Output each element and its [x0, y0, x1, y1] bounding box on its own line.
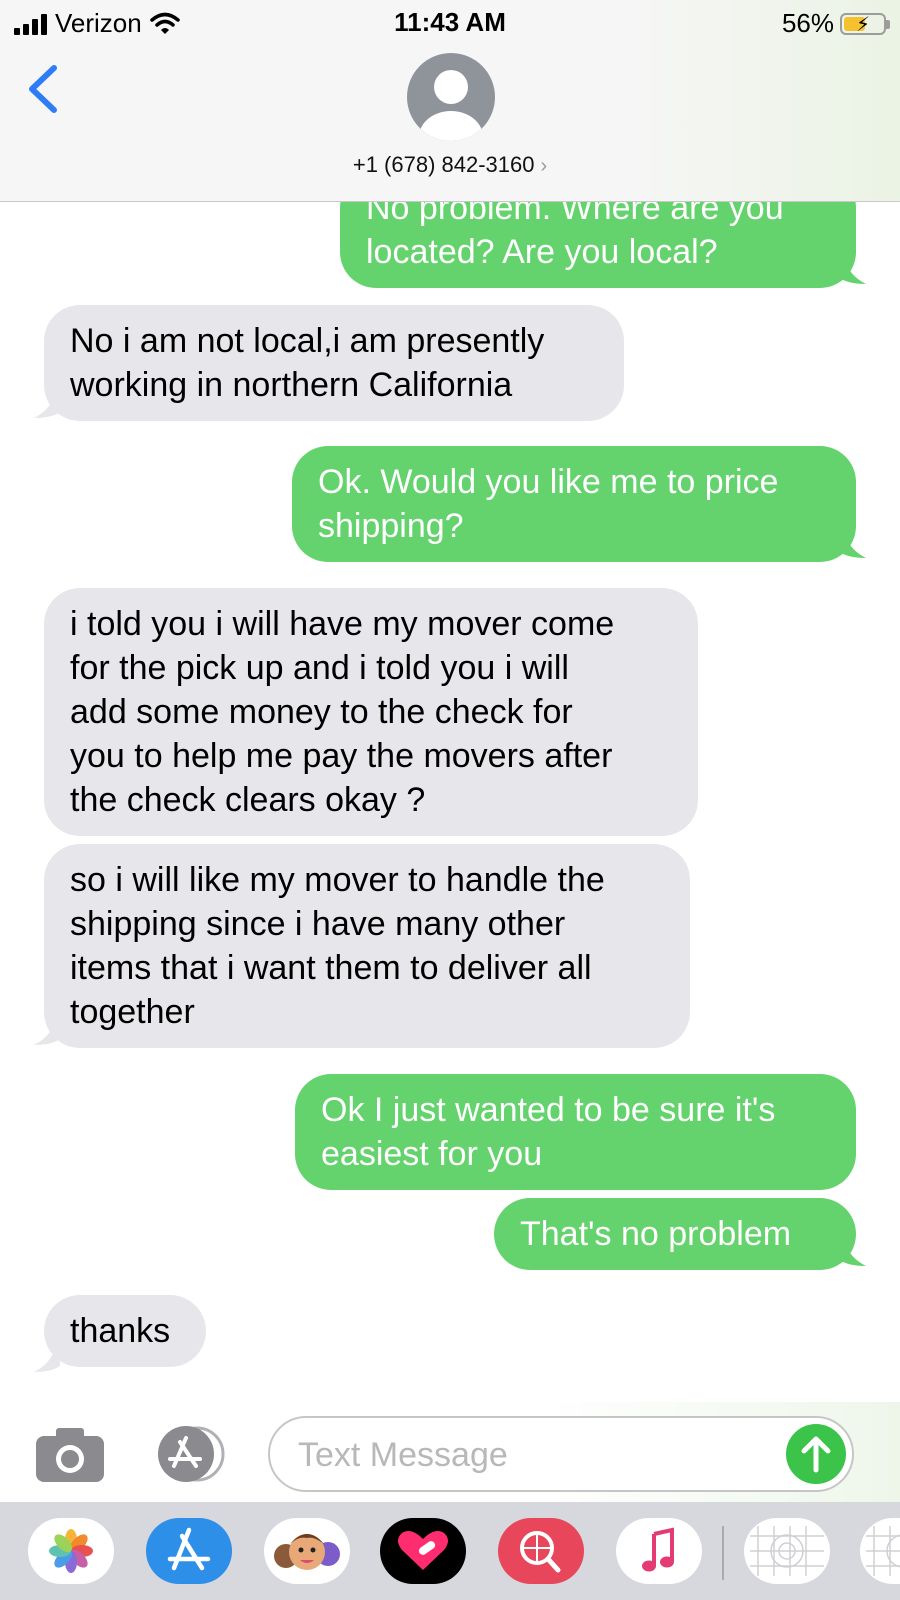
contact-name-button[interactable]: +1 (678) 842-3160 ›: [0, 152, 900, 178]
contact-number: +1 (678) 842-3160: [352, 152, 535, 177]
sticker-grid-icon: [866, 1526, 900, 1576]
photos-flower-icon: [49, 1529, 93, 1573]
message-bubble-outgoing[interactable]: Ok. Would you like me to price shipping?: [292, 446, 856, 562]
camera-icon[interactable]: [36, 1428, 104, 1482]
memoji-app-icon[interactable]: [264, 1518, 350, 1584]
bubble-tail: [840, 1244, 866, 1266]
chevron-left-icon[interactable]: [24, 62, 64, 116]
message-bubble-incoming[interactable]: No i am not local,i am presently working…: [44, 305, 624, 421]
app-store-a-icon: [167, 1527, 211, 1571]
message-bubble-incoming[interactable]: thanks: [44, 1295, 206, 1367]
battery-icon: ⚡: [840, 12, 890, 36]
memoji-faces-icon: [274, 1534, 340, 1570]
arrow-up-icon: [801, 1436, 831, 1473]
message-input-placeholder: Text Message: [298, 1436, 508, 1474]
message-bubble-outgoing[interactable]: That's no problem: [494, 1198, 856, 1270]
chevron-right-icon: ›: [540, 155, 548, 177]
sticker-app-icon-2[interactable]: [860, 1518, 900, 1584]
composer-bar: Text Message: [0, 1402, 900, 1502]
bubble-tail: [840, 262, 866, 284]
message-bubble-outgoing[interactable]: No problem. Where are you located? Are y…: [340, 202, 856, 288]
drawer-divider: [722, 1526, 724, 1580]
contact-avatar[interactable]: [407, 53, 495, 141]
sticker-grid-icon: [750, 1526, 824, 1576]
message-thread[interactable]: No problem. Where are you located? Are y…: [0, 202, 900, 1402]
digital-touch-app-icon[interactable]: [380, 1518, 466, 1584]
heart-icon: [398, 1531, 448, 1570]
sticker-app-icon[interactable]: [744, 1518, 830, 1584]
bubble-tail: [34, 1023, 60, 1045]
app-store-app-icon[interactable]: [146, 1518, 232, 1584]
message-bubble-incoming[interactable]: so i will like my mover to handle the sh…: [44, 844, 690, 1048]
globe-search-icon: [520, 1531, 561, 1573]
status-bar: Verizon 11:43 AM 56% ⚡: [0, 0, 900, 46]
music-app-icon[interactable]: [616, 1518, 702, 1584]
app-store-icon[interactable]: [152, 1426, 228, 1482]
battery-percent: 56%: [781, 8, 834, 38]
bubble-tail: [34, 1350, 60, 1372]
message-bubble-outgoing[interactable]: Ok I just wanted to be sure it's easiest…: [295, 1074, 856, 1190]
message-input[interactable]: Text Message: [268, 1416, 854, 1492]
music-note-icon: [642, 1527, 674, 1572]
bubble-tail: [840, 536, 866, 558]
person-silhouette-icon: [419, 70, 483, 141]
imessage-app-drawer: [0, 1502, 900, 1600]
status-time: 11:43 AM: [394, 7, 506, 37]
message-bubble-incoming[interactable]: i told you i will have my mover come for…: [44, 588, 698, 836]
web-images-search-app-icon[interactable]: [498, 1518, 584, 1584]
photos-app-icon[interactable]: [28, 1518, 114, 1584]
send-button[interactable]: [786, 1424, 846, 1484]
bubble-tail: [34, 396, 60, 418]
charging-bolt-icon: ⚡: [856, 13, 871, 36]
